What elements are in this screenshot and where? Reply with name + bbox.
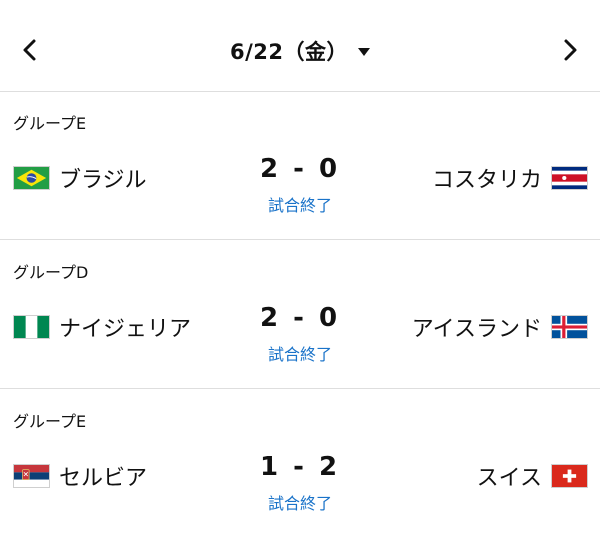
next-day-button[interactable] [550,30,590,70]
away-team-name: スイス [476,466,542,491]
away-team-name: コスタリカ [431,168,542,193]
costa-rica-flag-icon [551,166,588,190]
iceland-flag-icon [551,315,588,339]
away-team[interactable]: アイスランド [412,311,588,343]
date-header: 6/22（金） [0,0,600,92]
match-status: 試合終了 [267,345,332,364]
current-date: 6/22（金） [229,40,349,64]
date-dropdown[interactable]: 6/22（金） [229,36,371,66]
chevron-right-icon [564,39,577,61]
match-status: 試合終了 [267,196,332,215]
away-team[interactable]: スイス [477,460,588,492]
away-team-name: アイスランド [411,317,542,342]
chevron-left-icon [23,39,36,61]
group-label: グループD [13,263,89,282]
group-label: グループE [13,114,87,133]
group-label: グループE [13,412,87,431]
match-status: 試合終了 [267,494,332,513]
switzerland-flag-icon [551,464,588,488]
prev-day-button[interactable] [10,30,50,70]
match-row[interactable]: グループE ブラジル 2 - 0 試合終了 コスタリカ [0,92,600,240]
match-row[interactable]: グループE セルビア 1 - 2 試合終了 スイス [0,390,600,535]
away-team[interactable]: コスタリカ [432,162,588,194]
match-row[interactable]: グループD ナイジェリア 2 - 0 試合終了 アイスランド [0,241,600,389]
caret-down-icon [358,48,371,56]
